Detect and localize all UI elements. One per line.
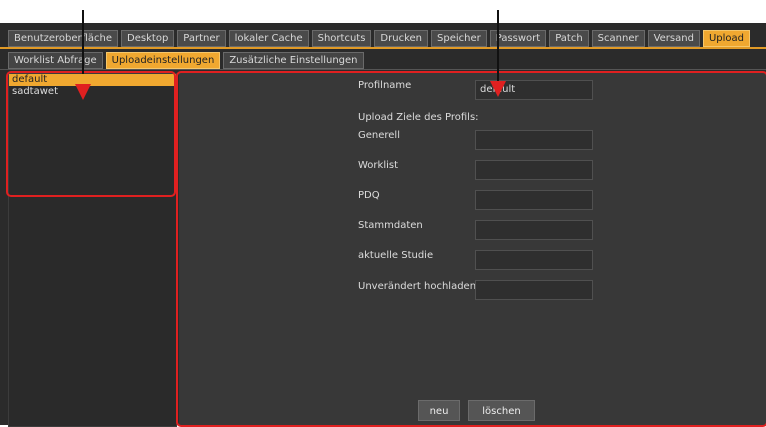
annotation-highlight-details-panel (176, 71, 766, 427)
tab-speicher[interactable]: Speicher (431, 30, 487, 47)
tab-zusaetzliche-einstellungen[interactable]: Zusätzliche Einstellungen (223, 52, 364, 69)
tab-upload[interactable]: Upload (702, 30, 750, 47)
tab-desktop[interactable]: Desktop (121, 30, 175, 47)
tab-scanner[interactable]: Scanner (591, 30, 645, 47)
sub-tab-bar: Worklist Abfrage Uploadeinstellungen Zus… (8, 52, 364, 69)
tab-worklist-abfrage[interactable]: Worklist Abfrage (8, 52, 103, 69)
annotation-pointer-line (497, 10, 499, 82)
tab-lokaler-cache[interactable]: lokaler Cache (228, 30, 309, 47)
tab-versand[interactable]: Versand (647, 30, 700, 47)
main-tab-underline (0, 47, 766, 49)
annotation-arrow-icon (75, 84, 91, 100)
tab-partner[interactable]: Partner (177, 30, 226, 47)
annotation-highlight-profile-list (6, 71, 176, 197)
annotation-pointer-line (82, 10, 84, 74)
tab-drucken[interactable]: Drucken (374, 30, 428, 47)
tab-uploadeinstellungen[interactable]: Uploadeinstellungen (105, 52, 221, 69)
main-tab-bar: Benutzeroberfläche Desktop Partner lokal… (8, 30, 750, 47)
annotation-arrow-icon (490, 81, 506, 97)
sub-tab-underline (0, 69, 766, 70)
tab-benutzeroberflaeche[interactable]: Benutzeroberfläche (8, 30, 119, 47)
tab-shortcuts[interactable]: Shortcuts (311, 30, 372, 47)
tab-patch[interactable]: Patch (549, 30, 589, 47)
